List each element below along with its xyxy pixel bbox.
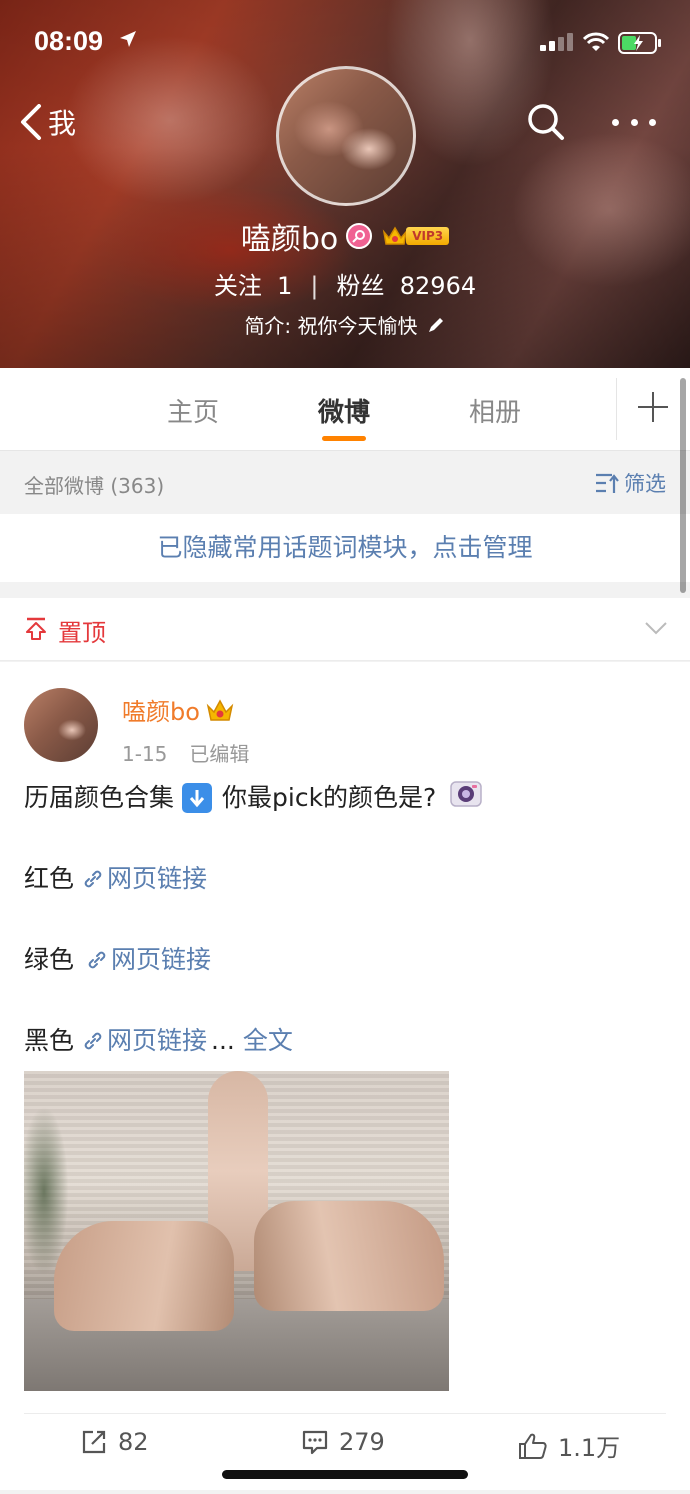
- crown-icon: [383, 226, 408, 245]
- more-dot-icon: [612, 118, 619, 126]
- search-icon: [528, 104, 564, 140]
- profile-avatar[interactable]: [276, 66, 416, 206]
- more-dot-icon: [649, 118, 656, 126]
- post-line-intro: 历届颜色合集 你最pick的颜色是?: [24, 780, 664, 816]
- more-dot-icon: [630, 118, 638, 126]
- search-button[interactable]: [527, 103, 565, 145]
- comment-count: 279: [339, 1428, 385, 1456]
- post-meta: 1-15 已编辑: [122, 738, 249, 767]
- post-actions: 82 279 1.1万: [24, 1413, 666, 1475]
- tab-home[interactable]: 主页: [167, 392, 219, 429]
- repost-share-icon: [82, 1430, 106, 1454]
- post-text-intro: 历届颜色合集: [24, 783, 175, 812]
- image-figure: [254, 1201, 444, 1311]
- pinned-header[interactable]: 置顶: [0, 598, 690, 661]
- scrollbar[interactable]: [680, 378, 686, 593]
- edit-pencil-icon: [428, 317, 443, 332]
- like-count: 1.1万: [558, 1434, 621, 1462]
- more-options-button[interactable]: [612, 112, 656, 132]
- add-tab-button[interactable]: [636, 390, 670, 424]
- down-arrow-emoji-icon: [182, 783, 213, 813]
- post-line-black: 黑色 网页链接 ... 全文: [24, 1023, 664, 1059]
- tab-weibo[interactable]: 微博: [318, 392, 370, 429]
- profile-username[interactable]: 嗑颜bo: [241, 214, 338, 258]
- following-label: 关注: [213, 272, 262, 300]
- home-indicator[interactable]: [222, 1470, 468, 1479]
- wifi-icon: [582, 32, 610, 56]
- web-link-green[interactable]: 网页链接: [86, 942, 211, 978]
- filter-label: 筛选: [624, 472, 666, 496]
- active-tab-indicator: [322, 436, 366, 441]
- filter-bar: 全部微博 (363) 筛选: [0, 450, 690, 514]
- followers-label: 粉丝: [336, 272, 385, 300]
- filter-sort-icon: [596, 473, 619, 493]
- stats-divider: |: [310, 272, 319, 300]
- following-count: 1: [277, 272, 293, 300]
- web-link-red[interactable]: 网页链接: [82, 861, 207, 897]
- post-line-red: 红色 网页链接: [24, 861, 664, 897]
- post-text-question: 你最pick的颜色是?: [222, 783, 437, 812]
- verified-badge-icon[interactable]: [346, 223, 373, 249]
- vip-crown-icon: [206, 698, 234, 721]
- camera-emoji-icon: [450, 778, 483, 818]
- filter-button[interactable]: 筛选: [594, 468, 666, 498]
- color-label-green: 绿色: [24, 945, 75, 974]
- post-edited-tag: 已编辑: [189, 742, 250, 766]
- web-link-label: 网页链接: [107, 1026, 208, 1055]
- cellular-signal-icon: [540, 33, 574, 55]
- link-icon: [88, 951, 106, 969]
- comment-icon: [302, 1430, 328, 1455]
- color-label-red: 红色: [24, 864, 75, 893]
- repost-count: 82: [118, 1428, 149, 1456]
- chevron-down-icon[interactable]: [644, 620, 668, 640]
- vip-level-tag: VIP3: [406, 227, 450, 245]
- link-icon: [84, 870, 102, 888]
- status-time: 08:09: [34, 26, 104, 56]
- profile-stats: 关注 1 | 粉丝 82964: [0, 266, 690, 301]
- post-body[interactable]: 历届颜色合集 你最pick的颜色是? 红色 网页链接 绿色 网页链接 黑色 网页…: [24, 780, 664, 1059]
- battery-charging-icon: [618, 32, 662, 58]
- post-image[interactable]: [24, 1071, 449, 1391]
- thumbs-up-icon: [519, 1433, 547, 1459]
- web-link-label: 网页链接: [107, 864, 208, 893]
- tab-divider: [616, 378, 617, 440]
- read-full-text-link[interactable]: 全文: [243, 1023, 293, 1059]
- all-posts-count: 全部微博 (363): [24, 474, 165, 498]
- post-ellipsis: ...: [211, 1026, 235, 1055]
- link-icon: [84, 1032, 102, 1050]
- tab-album[interactable]: 相册: [469, 392, 521, 429]
- profile-bio[interactable]: 简介: 祝你今天愉快: [0, 310, 690, 339]
- bio-text: 简介: 祝你今天愉快: [244, 314, 418, 338]
- post-card[interactable]: 嗑颜bo 1-15 已编辑 历届颜色合集 你最pick的颜色是? 红色 网页链接…: [0, 662, 690, 1490]
- post-line-green: 绿色 网页链接: [24, 942, 664, 978]
- profile-name-row: 嗑颜bo VIP3: [0, 214, 690, 258]
- comment-button[interactable]: 279: [301, 1428, 385, 1456]
- color-label-black: 黑色: [24, 1026, 75, 1055]
- hidden-topic-notice[interactable]: 已隐藏常用话题词模块，点击管理: [0, 514, 690, 582]
- post-author[interactable]: 嗑颜bo: [122, 692, 234, 727]
- vip-badge[interactable]: VIP3: [382, 224, 450, 248]
- followers-stat[interactable]: 粉丝 82964: [337, 266, 477, 301]
- profile-tabs: 主页 微博 相册: [0, 368, 690, 450]
- pinned-label: 置顶: [58, 619, 106, 647]
- like-button[interactable]: 1.1万: [518, 1428, 620, 1463]
- back-label: 我: [48, 107, 77, 140]
- followers-count: 82964: [399, 272, 477, 300]
- following-stat[interactable]: 关注 1: [214, 266, 293, 301]
- web-link-label: 网页链接: [111, 945, 212, 974]
- post-author-name: 嗑颜bo: [122, 698, 200, 726]
- pin-top-icon: [24, 617, 48, 645]
- web-link-black[interactable]: 网页链接: [82, 1023, 207, 1059]
- post-date: 1-15: [122, 742, 168, 766]
- back-button[interactable]: 我: [20, 102, 76, 142]
- location-arrow-icon: [119, 30, 137, 52]
- post-author-avatar[interactable]: [24, 688, 98, 762]
- repost-button[interactable]: 82: [80, 1428, 149, 1456]
- chevron-left-icon: [21, 104, 41, 140]
- image-figure: [54, 1221, 234, 1331]
